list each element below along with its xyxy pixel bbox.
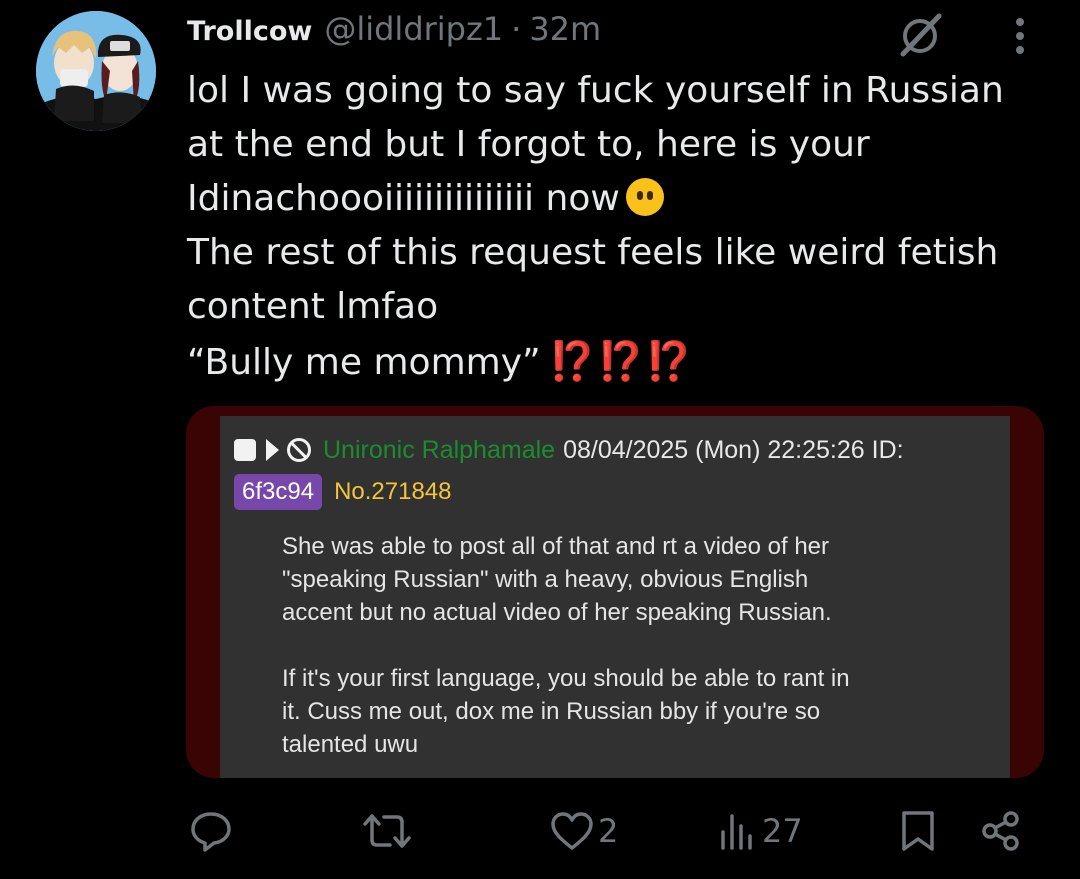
separator: · — [511, 10, 521, 48]
retweet-button[interactable] — [362, 808, 416, 854]
timestamp[interactable]: 32m — [529, 10, 601, 48]
post-line: She was able to post all of that and rt … — [282, 533, 829, 560]
post-number: No.271848 — [334, 472, 451, 512]
checkbox-icon — [234, 439, 256, 461]
avatar[interactable] — [36, 11, 156, 131]
face-without-mouth-emoji — [626, 178, 664, 216]
like-button[interactable]: 2 — [550, 808, 618, 854]
tweet-line: Idinachoooiiiiiiiiiiiiiii now — [187, 172, 1047, 226]
block-icon — [287, 438, 311, 462]
attached-image[interactable]: Unironic Ralphamale 08/04/2025 (Mon) 22:… — [186, 406, 1044, 778]
action-bar: 2 27 — [0, 790, 1080, 870]
tweet-line: lol I was going to say fuck yourself in … — [187, 64, 1047, 118]
tweet-line: at the end but I forgot to, here is your — [187, 118, 1047, 172]
retweet-icon — [362, 810, 412, 852]
poster-name: Unironic Ralphamale — [323, 430, 555, 470]
tweet-line-text: Idinachoooiiiiiiiiiiiiiii now — [187, 178, 620, 219]
reply-button[interactable] — [190, 808, 236, 854]
post-datetime: 08/04/2025 (Mon) 22:25:26 ID: — [563, 430, 904, 470]
more-vertical-icon[interactable] — [1008, 14, 1032, 58]
tweet-header: Trollcow @lidldripz1 · 32m — [187, 10, 601, 58]
post-line: talented uwu — [282, 731, 418, 758]
tweet-line-text: “Bully me mommy” — [187, 342, 541, 383]
views-button[interactable]: 27 — [718, 808, 803, 854]
post-line: "speaking Russian" with a heavy, obvious… — [282, 566, 808, 593]
post-header: Unironic Ralphamale 08/04/2025 (Mon) 22:… — [234, 430, 1004, 512]
interrobang-emoji: ⁉️⁉️⁉️ — [549, 339, 694, 383]
share-icon — [980, 810, 1022, 852]
bookmark-icon — [900, 809, 936, 853]
user-handle[interactable]: @lidldripz1 — [324, 10, 503, 48]
tweet-text: lol I was going to say fuck yourself in … — [187, 64, 1047, 390]
tweet-line: content lmfao — [187, 280, 1047, 334]
like-icon — [550, 810, 594, 852]
post-line: If it's your first language, you should … — [282, 665, 850, 692]
avatar-image — [36, 11, 156, 131]
tweet-line: “Bully me mommy”⁉️⁉️⁉️ — [187, 334, 1047, 390]
views-icon — [718, 810, 758, 852]
post-body: She was able to post all of that and rt … — [282, 530, 982, 778]
bookmark-button[interactable] — [900, 808, 936, 854]
tweet-line: The rest of this request feels like weir… — [187, 226, 1047, 280]
display-name[interactable]: Trollcow — [187, 16, 312, 47]
grok-icon[interactable] — [895, 12, 945, 58]
play-triangle-icon — [266, 439, 279, 461]
post-line: it. Cuss me out, dox me in Russian bby i… — [282, 698, 820, 725]
views-count: 27 — [762, 812, 803, 850]
post-paragraph: She was able to post all of that and rt … — [282, 530, 982, 629]
reply-icon — [190, 810, 232, 852]
post-id-tag: 6f3c94 — [234, 474, 322, 510]
post-line: accent but no actual video of her speaki… — [282, 599, 832, 626]
like-count: 2 — [598, 812, 618, 850]
forum-post: Unironic Ralphamale 08/04/2025 (Mon) 22:… — [220, 416, 1010, 778]
share-button[interactable] — [980, 808, 1022, 854]
post-paragraph: If it's your first language, you should … — [282, 662, 982, 761]
